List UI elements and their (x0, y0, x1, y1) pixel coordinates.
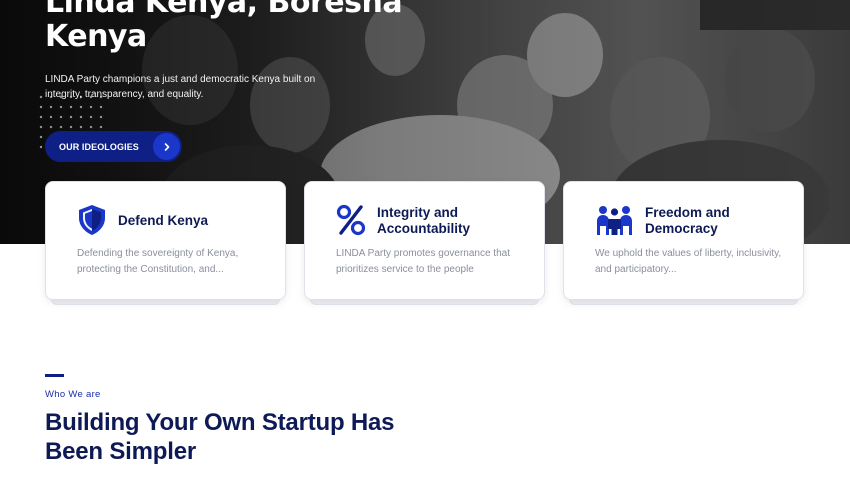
cta-label: OUR IDEOLOGIES (59, 141, 139, 152)
hero-title: Linda Kenya, Boresha Kenya (45, 0, 403, 54)
chevron-right-icon (153, 133, 180, 160)
shield-icon (77, 204, 107, 236)
card-title: Integrity and Accountability (377, 205, 471, 236)
card-title: Freedom and Democracy (645, 205, 730, 236)
card-title: Defend Kenya (118, 213, 209, 228)
card-freedom-democracy[interactable]: Freedom and Democracy We uphold the valu… (563, 181, 804, 300)
people-icon (595, 204, 632, 236)
card-description: Defending the sovereignty of Kenya, prot… (77, 248, 239, 275)
section-kicker: Who We are (45, 389, 101, 400)
card-defend-kenya[interactable]: Defend Kenya Defending the sovereignty o… (45, 181, 286, 300)
card-description: We uphold the values of liberty, inclusi… (595, 248, 782, 275)
percent-icon (336, 204, 366, 236)
our-ideologies-button[interactable]: OUR IDEOLOGIES (45, 131, 182, 162)
card-integrity-accountability[interactable]: Integrity and Accountability LINDA Party… (304, 181, 545, 300)
card-description: LINDA Party promotes governance that pri… (336, 248, 510, 275)
section-accent-line (45, 374, 64, 377)
page: Linda Kenya, Boresha Kenya LINDA Party c… (0, 0, 850, 480)
hero-subtitle: LINDA Party champions a just and democra… (45, 74, 316, 100)
section-heading: Building Your Own Startup Has Been Simpl… (45, 409, 395, 465)
